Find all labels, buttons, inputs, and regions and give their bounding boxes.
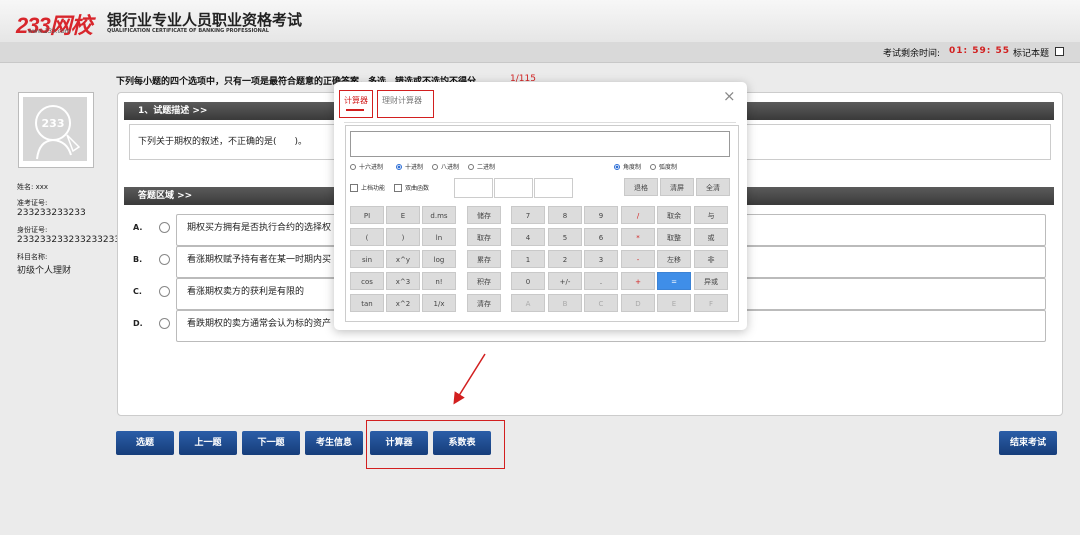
memory-slot-3 [534, 178, 573, 198]
shift-checkbox[interactable]: 上档功能 [350, 183, 385, 192]
calc-sci-key[interactable]: cos [350, 272, 384, 290]
calc-memory-key[interactable]: 清存 [467, 294, 501, 312]
calc-key[interactable]: 7 [511, 206, 545, 224]
calc-key[interactable]: 非 [694, 250, 728, 268]
calc-hex-key[interactable]: E [657, 294, 691, 312]
calculator-dialog: 计算器 理财计算器 × 十六进制 十进制 八进制 二进制 角度制 弧度制 上档功… [334, 82, 747, 330]
calc-clear[interactable]: 清屏 [660, 178, 694, 196]
calc-sci-key[interactable]: ln [422, 228, 456, 246]
memory-slot-1 [454, 178, 493, 198]
calc-key[interactable]: 4 [511, 228, 545, 246]
calc-key[interactable]: 5 [548, 228, 582, 246]
calc-key[interactable]: 异或 [694, 272, 728, 290]
annotation-highlight-tab-finance [377, 90, 434, 118]
calc-sci-key[interactable]: n! [422, 272, 456, 290]
calc-key[interactable]: 0 [511, 272, 545, 290]
calc-key[interactable]: 左移 [657, 250, 691, 268]
calc-key[interactable]: 9 [584, 206, 618, 224]
calc-key[interactable]: 8 [548, 206, 582, 224]
calc-sci-key[interactable]: 1/x [422, 294, 456, 312]
calc-sci-key[interactable]: sin [350, 250, 384, 268]
calc-key-multiply[interactable]: * [621, 228, 655, 246]
calc-key-add[interactable]: + [621, 272, 655, 290]
calc-memory-key[interactable]: 取存 [467, 228, 501, 246]
calc-sci-key[interactable]: d.ms [422, 206, 456, 224]
calc-key[interactable]: 1 [511, 250, 545, 268]
radix-bin[interactable]: 二进制 [468, 162, 495, 171]
calc-key[interactable]: 或 [694, 228, 728, 246]
angle-radian[interactable]: 弧度制 [650, 162, 677, 171]
calc-sci-key[interactable]: PI [350, 206, 384, 224]
calc-sci-key[interactable]: tan [350, 294, 384, 312]
calc-key[interactable]: 2 [548, 250, 582, 268]
calc-memory-key[interactable]: 储存 [467, 206, 501, 224]
calc-sci-key[interactable]: x^2 [386, 294, 420, 312]
calculator-display[interactable] [350, 131, 730, 157]
calc-sci-key[interactable]: x^y [386, 250, 420, 268]
close-icon[interactable]: × [723, 87, 736, 105]
calc-key[interactable]: 3 [584, 250, 618, 268]
radix-hex[interactable]: 十六进制 [350, 162, 383, 171]
calc-key[interactable]: 6 [584, 228, 618, 246]
calc-hex-key[interactable]: F [694, 294, 728, 312]
calc-key[interactable]: 取余 [657, 206, 691, 224]
memory-slot-2 [494, 178, 533, 198]
annotation-highlight-tab-calculator [339, 90, 373, 118]
calc-all-clear[interactable]: 全清 [696, 178, 730, 196]
calc-hex-key[interactable]: A [511, 294, 545, 312]
calc-key[interactable]: 与 [694, 206, 728, 224]
calc-sci-key[interactable]: log [422, 250, 456, 268]
calc-key[interactable]: . [584, 272, 618, 290]
hyperbolic-checkbox[interactable]: 双曲函数 [394, 183, 429, 192]
calc-key[interactable]: +/- [548, 272, 582, 290]
calc-key[interactable]: 取整 [657, 228, 691, 246]
calc-key-equals[interactable]: = [657, 272, 691, 290]
calc-memory-key[interactable]: 积存 [467, 272, 501, 290]
calc-memory-key[interactable]: 累存 [467, 250, 501, 268]
calc-hex-key[interactable]: D [621, 294, 655, 312]
radix-dec[interactable]: 十进制 [396, 162, 423, 171]
calc-hex-key[interactable]: B [548, 294, 582, 312]
calc-key-subtract[interactable]: - [621, 250, 655, 268]
calc-sci-key[interactable]: ) [386, 228, 420, 246]
radix-oct[interactable]: 八进制 [432, 162, 459, 171]
angle-degree[interactable]: 角度制 [614, 162, 641, 171]
calc-sci-key[interactable]: x^3 [386, 272, 420, 290]
calc-hex-key[interactable]: C [584, 294, 618, 312]
calc-key-divide[interactable]: / [621, 206, 655, 224]
calc-sci-key[interactable]: ( [350, 228, 384, 246]
calc-sci-key[interactable]: E [386, 206, 420, 224]
divider [344, 122, 736, 123]
calc-backspace[interactable]: 退格 [624, 178, 658, 196]
